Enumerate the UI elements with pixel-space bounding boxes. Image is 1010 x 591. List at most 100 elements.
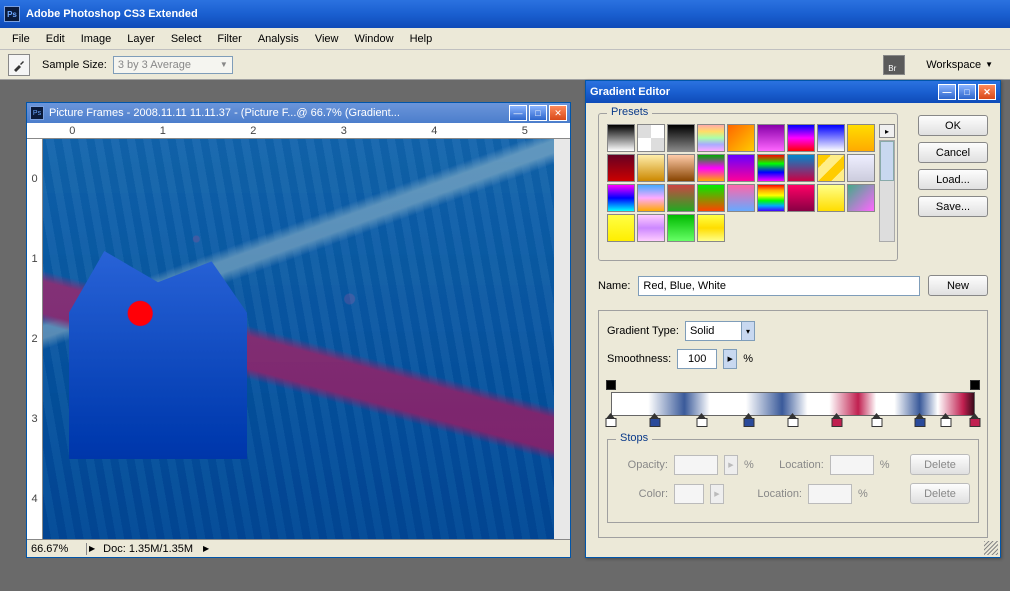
maximize-button[interactable]: □	[958, 84, 976, 100]
location-input	[830, 455, 874, 475]
load-button[interactable]: Load...	[918, 169, 988, 190]
preset-swatch[interactable]	[817, 154, 845, 182]
preset-swatch[interactable]	[757, 154, 785, 182]
gradient-name-input[interactable]	[638, 276, 920, 296]
location-input	[808, 484, 852, 504]
gradient-bar[interactable]	[611, 383, 975, 433]
preset-swatch[interactable]	[637, 214, 665, 242]
preset-swatch[interactable]	[787, 154, 815, 182]
minimize-button[interactable]: —	[509, 105, 527, 121]
dialog-titlebar[interactable]: Gradient Editor — □ ✕	[586, 81, 1000, 103]
app-title: Adobe Photoshop CS3 Extended	[26, 8, 198, 20]
menu-filter[interactable]: Filter	[209, 30, 249, 48]
opacity-label: Opacity:	[616, 459, 668, 471]
zoom-field[interactable]: 66.67%	[27, 543, 87, 555]
sample-size-select[interactable]: 3 by 3 Average ▼	[113, 56, 233, 74]
maximize-button[interactable]: □	[529, 105, 547, 121]
preset-swatch[interactable]	[817, 184, 845, 212]
smoothness-label: Smoothness:	[607, 353, 671, 365]
photoshop-icon: Ps	[30, 106, 44, 120]
cancel-button[interactable]: Cancel	[918, 142, 988, 163]
presets-label: Presets	[607, 106, 652, 118]
color-stop[interactable]	[606, 418, 617, 431]
menu-analysis[interactable]: Analysis	[250, 30, 307, 48]
menu-window[interactable]: Window	[346, 30, 401, 48]
minimize-button[interactable]: —	[938, 84, 956, 100]
preset-swatch[interactable]	[697, 214, 725, 242]
menu-layer[interactable]: Layer	[119, 30, 163, 48]
preset-swatch[interactable]	[607, 154, 635, 182]
menu-select[interactable]: Select	[163, 30, 210, 48]
close-button[interactable]: ✕	[978, 84, 996, 100]
menu-help[interactable]: Help	[402, 30, 441, 48]
preset-swatch[interactable]	[697, 124, 725, 152]
opacity-stop[interactable]	[970, 380, 980, 390]
preset-swatch[interactable]	[667, 154, 695, 182]
options-bar: Sample Size: 3 by 3 Average ▼ Workspace …	[0, 50, 1010, 80]
delete-opacity-stop-button: Delete	[910, 454, 970, 475]
color-stop[interactable]	[871, 418, 882, 431]
menu-image[interactable]: Image	[73, 30, 120, 48]
preset-swatch[interactable]	[607, 184, 635, 212]
preset-swatch[interactable]	[757, 124, 785, 152]
preset-swatch[interactable]	[607, 214, 635, 242]
color-picker-icon: ▶	[710, 484, 724, 504]
preset-swatch[interactable]	[727, 184, 755, 212]
color-stop[interactable]	[788, 418, 799, 431]
close-button[interactable]: ✕	[549, 105, 567, 121]
document-window: Ps Picture Frames - 2008.11.11 11.11.37 …	[26, 102, 571, 558]
presets-menu-icon[interactable]: ▸	[879, 124, 895, 138]
gradient-type-label: Gradient Type:	[607, 325, 679, 337]
chevron-right-icon[interactable]: ▶	[203, 544, 209, 553]
preset-swatch[interactable]	[637, 124, 665, 152]
new-button[interactable]: New	[928, 275, 988, 296]
smoothness-input[interactable]	[677, 349, 717, 369]
preset-swatch[interactable]	[607, 124, 635, 152]
canvas[interactable]	[43, 139, 554, 539]
preset-swatch[interactable]	[847, 154, 875, 182]
preset-swatch[interactable]	[847, 124, 875, 152]
color-stop[interactable]	[915, 418, 926, 431]
preset-swatch[interactable]	[727, 124, 755, 152]
bridge-icon[interactable]	[883, 55, 905, 75]
menu-view[interactable]: View	[307, 30, 347, 48]
preset-swatch[interactable]	[667, 124, 695, 152]
menubar: FileEditImageLayerSelectFilterAnalysisVi…	[0, 28, 1010, 50]
color-stop[interactable]	[970, 418, 981, 431]
preset-swatch[interactable]	[757, 184, 785, 212]
color-stop[interactable]	[744, 418, 755, 431]
color-stop[interactable]	[697, 418, 708, 431]
scrollbar-vertical[interactable]	[554, 139, 570, 539]
preset-swatch[interactable]	[697, 154, 725, 182]
menu-file[interactable]: File	[4, 30, 38, 48]
smoothness-slider-icon[interactable]: ▶	[723, 349, 737, 369]
workspace-menu[interactable]: Workspace ▼	[917, 55, 1002, 75]
preset-swatch[interactable]	[787, 124, 815, 152]
eyedropper-tool-icon[interactable]	[8, 54, 30, 76]
opacity-input	[674, 455, 718, 475]
preset-swatch[interactable]	[817, 124, 845, 152]
color-stop[interactable]	[940, 418, 951, 431]
stops-label: Stops	[616, 432, 652, 444]
preset-swatch[interactable]	[697, 184, 725, 212]
menu-edit[interactable]: Edit	[38, 30, 73, 48]
preset-swatch[interactable]	[637, 184, 665, 212]
location-label: Location:	[772, 459, 824, 471]
gradient-type-select[interactable]: Solid ▾	[685, 321, 755, 341]
ok-button[interactable]: OK	[918, 115, 988, 136]
chevron-down-icon: ▾	[741, 322, 754, 340]
scrollbar-vertical[interactable]	[879, 140, 895, 242]
document-title: Picture Frames - 2008.11.11 11.11.37 - (…	[49, 107, 509, 119]
preset-swatch[interactable]	[787, 184, 815, 212]
preset-swatch[interactable]	[727, 154, 755, 182]
color-stop[interactable]	[831, 418, 842, 431]
color-stop[interactable]	[649, 418, 660, 431]
document-titlebar[interactable]: Ps Picture Frames - 2008.11.11 11.11.37 …	[27, 103, 570, 123]
preset-swatch[interactable]	[667, 214, 695, 242]
resize-grip-icon[interactable]	[984, 541, 998, 555]
preset-swatch[interactable]	[847, 184, 875, 212]
preset-swatch[interactable]	[667, 184, 695, 212]
opacity-stop[interactable]	[606, 380, 616, 390]
save-button[interactable]: Save...	[918, 196, 988, 217]
preset-swatch[interactable]	[637, 154, 665, 182]
